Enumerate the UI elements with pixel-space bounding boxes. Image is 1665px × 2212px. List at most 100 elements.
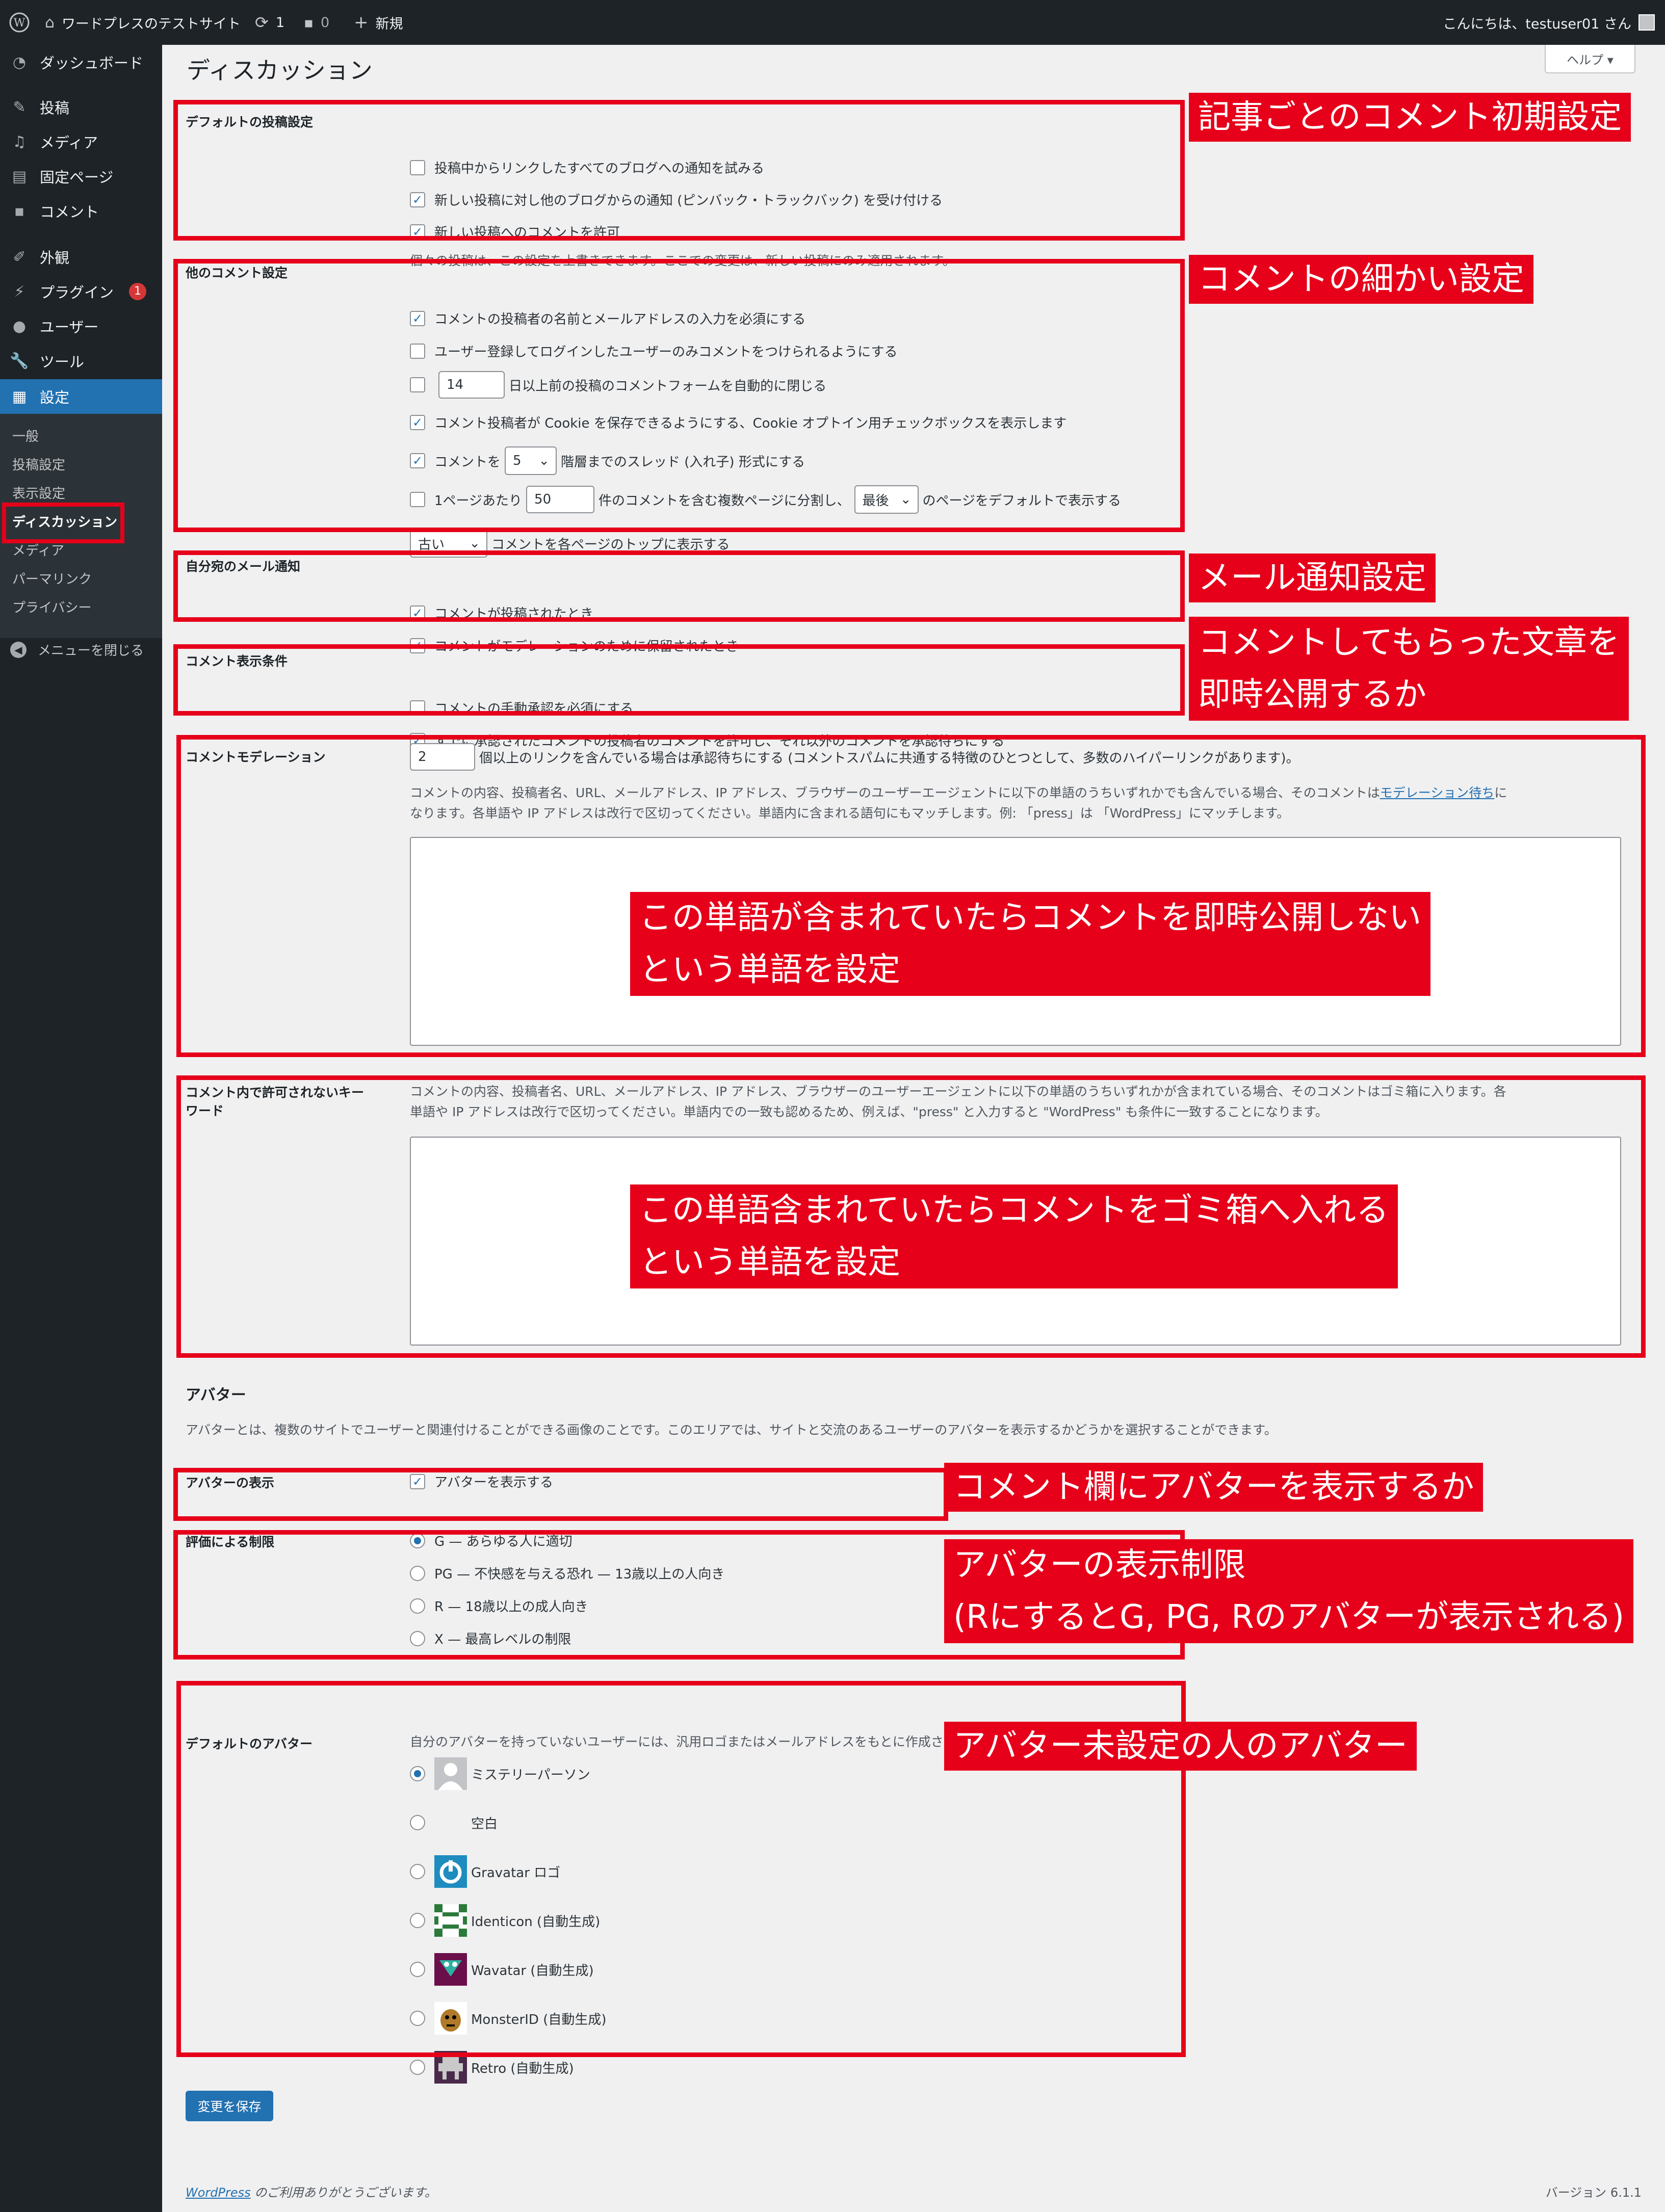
notify-comment-checkbox[interactable]: ✓ コメントが投稿されたとき	[410, 603, 593, 622]
avatar-mystery-radio[interactable]: ミステリーパーソン	[410, 1757, 590, 1790]
submenu-reading[interactable]: 表示設定	[12, 483, 65, 502]
pingback-accept-checkbox[interactable]: ✓ 新しい投稿に対し他のブログからの通知 (ピンバック・トラックバック) を受け付…	[410, 190, 943, 209]
avatar-retro-radio[interactable]: Retro (自動生成)	[410, 2051, 574, 2084]
submenu-permalinks[interactable]: パーマリンク	[12, 569, 92, 588]
moderation-queue-link[interactable]: モデレーション待ち	[1380, 785, 1495, 800]
home-icon: ⌂	[45, 13, 55, 32]
settings-submenu: 一般 投稿設定 表示設定 ディスカッション メディア パーマリンク プライバシー	[0, 414, 162, 638]
default-post-settings-label: デフォルトの投稿設定	[186, 115, 314, 129]
my-account-link[interactable]: こんにちは、testuser01 さん	[1443, 0, 1655, 45]
callout-rating: アバターの表示制限 (RにするとG, PG, Rのアバターが表示される)	[944, 1539, 1634, 1643]
monsterid-icon	[434, 2002, 467, 2035]
footer-version: バージョン 6.1.1	[1545, 2185, 1642, 2200]
rating-pg-radio[interactable]: PG — 不快感を与える恐れ — 13歳以上の人向き	[410, 1564, 724, 1583]
menu-appearance[interactable]: ✐ 外観	[0, 240, 162, 274]
notify-moderation-checkbox[interactable]: ✓ コメントがモデレーションのために保留されたとき	[410, 636, 739, 655]
admin-bar: W ⌂ ワードプレスのテストサイト ⟳ 1 ▪ 0 + 新規 こんにちは、tes…	[0, 0, 1665, 45]
wordpress-link[interactable]: WordPress	[186, 2185, 251, 2200]
submenu-general[interactable]: 一般	[12, 426, 39, 445]
default-post-desc: 個々の投稿は、この設定を上書きできます。ここでの変更は、新しい投稿にのみ適用され…	[410, 253, 956, 268]
callout-email: メール通知設定	[1189, 554, 1436, 602]
chevron-down-icon: ⌄	[538, 453, 550, 468]
collapse-menu-button[interactable]: ◀ メニューを閉じる	[10, 640, 144, 659]
svg-text:W: W	[14, 17, 25, 30]
avatar-display-label: アバターの表示	[186, 1476, 275, 1490]
wrench-icon: 🔧	[10, 352, 29, 370]
chevron-down-icon: ⌄	[469, 536, 480, 551]
menu-settings[interactable]: ▦ 設定	[0, 379, 162, 414]
help-tab[interactable]: ヘルプ ▾	[1545, 45, 1635, 73]
menu-media[interactable]: ♫ メディア	[0, 124, 162, 159]
cookie-optin-checkbox[interactable]: ✓ コメント投稿者が Cookie を保存できるようにする、Cookie オプトイ…	[410, 413, 1066, 432]
avatars-heading: アバター	[186, 1386, 246, 1404]
wordpress-logo-icon[interactable]: W	[9, 0, 30, 45]
save-changes-button[interactable]: 変更を保存	[186, 2091, 273, 2121]
avatar-gravatar-radio[interactable]: Gravatar ロゴ	[410, 1855, 560, 1888]
comment-moderation-label: コメントモデレーション	[186, 750, 326, 765]
callout-disallowed: この単語含まれていたらコメントをゴミ箱へ入れる という単語を設定	[630, 1184, 1398, 1288]
footer-thanks: WordPress のご利用ありがとうございます。	[186, 2185, 437, 2200]
rating-x-radio[interactable]: X — 最高レベルの制限	[410, 1629, 571, 1648]
thread-depth-select[interactable]: 5 ⌄	[505, 446, 557, 475]
site-name-link[interactable]: ⌂ ワードプレスのテストサイト	[45, 0, 241, 45]
callout-other-comment: コメントの細かい設定	[1189, 255, 1533, 304]
comments-per-page-input[interactable]: 50	[526, 486, 595, 513]
avatar-blank-radio[interactable]: 空白	[410, 1806, 498, 1839]
threaded-comments-checkbox[interactable]: ✓ コメントを 5 ⌄ 階層までのスレッド (入れ子) 形式にする	[410, 446, 805, 475]
avatar-monsterid-radio[interactable]: MonsterID (自動生成)	[410, 2002, 607, 2035]
plus-icon: +	[354, 12, 369, 33]
comment-order-select[interactable]: 古い ⌄	[410, 529, 487, 558]
menu-tools[interactable]: 🔧 ツール	[0, 344, 162, 378]
avatar-identicon-radio[interactable]: Identicon (自動生成)	[410, 1904, 600, 1937]
allow-comments-checkbox[interactable]: ✓ 新しい投稿へのコメントを許可	[410, 222, 620, 241]
menu-dashboard[interactable]: ◔ ダッシュボード	[0, 45, 162, 80]
disallowed-desc: コメントの内容、投稿者名、URL、メールアドレス、IP アドレス、ブラウザーのユ…	[410, 1084, 1506, 1119]
pingback-notify-checkbox[interactable]: 投稿中からリンクしたすべてのブログへの通知を試みる	[410, 158, 764, 177]
submenu-writing[interactable]: 投稿設定	[12, 455, 65, 473]
moderation-links-row: 2 個以上のリンクを含んでいる場合は承認待ちにする (コメントスパムに共通する特徴…	[410, 743, 1299, 771]
menu-posts[interactable]: ✎ 投稿	[0, 90, 162, 124]
menu-users[interactable]: ● ユーザー	[0, 309, 162, 344]
page-title: ディスカッション	[187, 57, 373, 84]
updates-link[interactable]: ⟳ 1	[255, 0, 284, 45]
submenu-discussion[interactable]: ディスカッション	[12, 512, 117, 531]
close-comments-checkbox[interactable]: 14 日以上前の投稿のコメントフォームを自動的に閉じる	[410, 371, 826, 399]
default-avatar-label: デフォルトのアバター	[186, 1736, 313, 1751]
menu-comments[interactable]: ▪ コメント	[0, 194, 162, 228]
comments-link[interactable]: ▪ 0	[304, 0, 329, 45]
retro-icon	[434, 2051, 467, 2084]
default-page-select[interactable]: 最後 ⌄	[854, 485, 919, 514]
mystery-person-icon	[434, 1757, 467, 1790]
callout-default-post: 記事ごとのコメント初期設定	[1189, 93, 1631, 142]
user-icon: ●	[12, 317, 27, 335]
show-avatars-checkbox[interactable]: ✓ アバターを表示する	[410, 1472, 553, 1491]
menu-pages[interactable]: ▤ 固定ページ	[0, 159, 162, 194]
moderation-links-input[interactable]: 2	[410, 743, 475, 771]
media-icon: ♫	[12, 133, 27, 151]
dashboard-icon: ◔	[12, 53, 27, 71]
rating-r-radio[interactable]: R — 18歳以上の成人向き	[410, 1596, 588, 1615]
callout-default-avatar: アバター未設定の人のアバター	[944, 1722, 1417, 1771]
rating-g-radio[interactable]: G — あらゆる人に適切	[410, 1531, 573, 1550]
moderation-desc: コメントの内容、投稿者名、URL、メールアドレス、IP アドレス、ブラウザーのユ…	[410, 785, 1507, 821]
avatar-rating-label: 評価による制限	[186, 1535, 275, 1549]
menu-plugins[interactable]: ⚡ プラグイン 1	[0, 274, 162, 309]
submenu-privacy[interactable]: プライバシー	[12, 597, 91, 616]
refresh-icon: ⟳	[255, 13, 269, 32]
manual-approve-checkbox[interactable]: コメントの手動承認を必須にする	[410, 698, 633, 717]
callout-moderation: この単語が含まれていたらコメントを即時公開しない という単語を設定	[630, 892, 1431, 996]
require-name-email-checkbox[interactable]: ✓ コメントの投稿者の名前とメールアドレスの入力を必須にする	[410, 309, 805, 328]
submenu-media[interactable]: メディア	[12, 540, 64, 559]
close-days-input[interactable]: 14	[438, 371, 505, 399]
page-icon: ▤	[12, 167, 27, 186]
plugin-icon: ⚡	[14, 282, 25, 301]
avatar-wavatar-radio[interactable]: Wavatar (自動生成)	[410, 1953, 594, 1986]
comment-bubble-icon: ▪	[304, 14, 314, 31]
gravatar-logo-icon	[434, 1855, 467, 1888]
new-content-link[interactable]: + 新規	[354, 0, 403, 45]
registered-only-checkbox[interactable]: ユーザー登録してログインしたユーザーのみコメントをつけられるようにする	[410, 341, 897, 360]
admin-menu: ◔ ダッシュボード ✎ 投稿 ♫ メディア ▤ 固定ページ ▪ コメント ✐ 外観 ⚡ プラグ…	[0, 45, 163, 2212]
paginate-comments-checkbox[interactable]: 1ページあたり 50 件のコメントを含む複数ページに分割し、 最後 ⌄ のページをデフォル…	[410, 485, 1121, 514]
callout-avatar-show: コメント欄にアバターを表示するか	[944, 1463, 1484, 1512]
pin-icon: ✎	[13, 98, 26, 116]
